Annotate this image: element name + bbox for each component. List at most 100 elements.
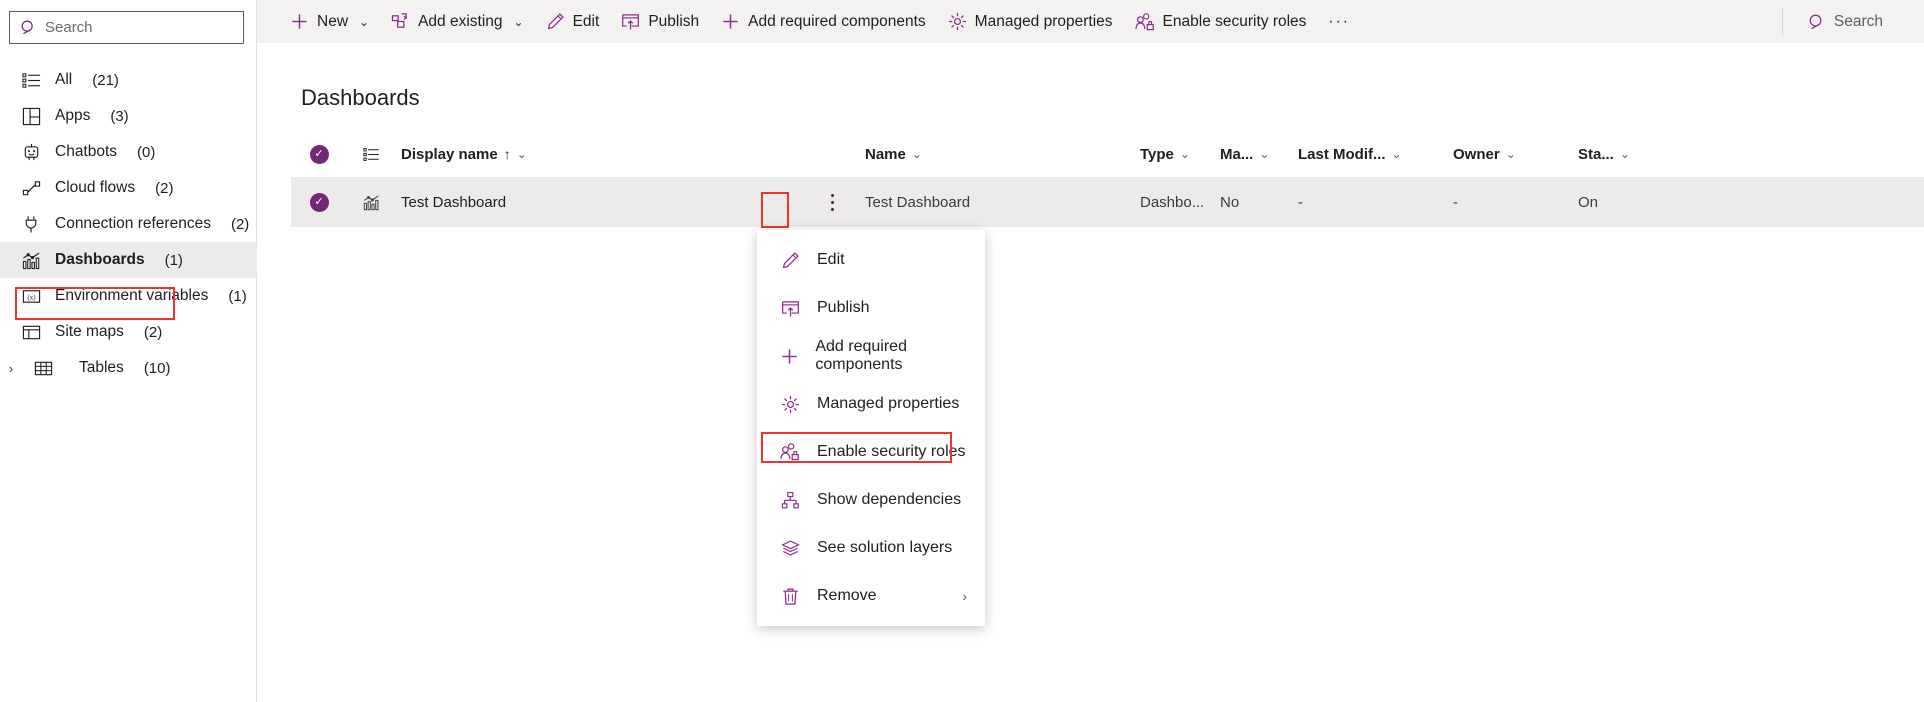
sidebar-item-all[interactable]: All (21) — [0, 62, 257, 98]
publish-button-label: Publish — [648, 12, 700, 30]
dashboards-grid: ✓ Display name ↑ ⌄ Name ⌄ Type ⌄ Ma... ⌄… — [291, 131, 1924, 227]
sort-ascending-icon: ↑ — [503, 146, 511, 162]
chevron-right-icon[interactable]: › — [0, 361, 22, 376]
environment-variable-icon: (x) — [22, 287, 41, 306]
sidebar-item-connection-references[interactable]: Connection references (2) — [0, 206, 257, 242]
enable-security-roles-button[interactable]: Enable security roles — [1124, 0, 1318, 43]
sidebar-item-tables[interactable]: › Tables (10) — [0, 350, 257, 386]
security-roles-icon — [779, 442, 801, 462]
chevron-down-icon[interactable]: ⌄ — [1506, 147, 1516, 161]
command-bar-search-placeholder: Search — [1833, 12, 1883, 30]
enable-security-roles-label: Enable security roles — [1162, 12, 1307, 30]
chevron-down-icon[interactable]: ⌄ — [517, 147, 527, 161]
add-required-components-button[interactable]: Add required components — [710, 0, 937, 43]
context-menu-item-add-required-components[interactable]: Add required components — [757, 332, 985, 380]
page-title: Dashboards — [301, 85, 420, 110]
select-all-checkbox[interactable]: ✓ — [291, 144, 347, 164]
context-menu-item-edit[interactable]: Edit — [757, 236, 985, 284]
column-header-label: Ma... — [1220, 145, 1254, 163]
type-column-header[interactable] — [347, 146, 395, 163]
chevron-down-icon[interactable]: ⌄ — [1620, 147, 1630, 161]
chevron-down-icon[interactable]: ⌄ — [359, 15, 369, 29]
sidebar-item-label: Cloud flows — [55, 179, 136, 196]
list-icon — [362, 146, 380, 163]
sidebar-item-cloud-flows[interactable]: Cloud flows (2) — [0, 170, 257, 206]
add-existing-button-label: Add existing — [418, 12, 503, 30]
sidebar-item-count: (2) — [230, 215, 250, 233]
sidebar-search-placeholder: Search — [45, 19, 93, 36]
table-row[interactable]: ✓ Test Dashboard Test Dashboard Dashbo..… — [291, 178, 1924, 227]
context-menu-item-enable-security-roles[interactable]: Enable security roles — [757, 428, 985, 476]
context-menu-item-label: Remove — [817, 587, 877, 604]
chevron-right-icon[interactable]: › — [962, 588, 967, 604]
context-menu-item-managed-properties[interactable]: Managed properties — [757, 380, 985, 428]
sidebar: Search All (21) Apps (3) Chatbots (0) Cl… — [0, 0, 257, 702]
app-root: Search All (21) Apps (3) Chatbots (0) Cl… — [0, 0, 1924, 702]
vertical-ellipsis-icon — [821, 187, 844, 218]
new-button[interactable]: New ⌄ — [279, 0, 380, 43]
sidebar-item-count: (2) — [155, 179, 174, 197]
overflow-icon: ··· — [1328, 12, 1350, 30]
sidebar-item-label: Tables — [79, 359, 124, 376]
gear-icon — [779, 395, 801, 414]
row-context-menu: Edit Publish Add required components Man… — [757, 230, 985, 626]
sidebar-item-apps[interactable]: Apps (3) — [0, 98, 257, 134]
sidebar-item-label: Site maps — [55, 323, 124, 340]
command-bar: New ⌄ Add existing ⌄ Edit Publish Add re… — [257, 0, 1924, 43]
context-menu-item-show-dependencies[interactable]: Show dependencies — [757, 476, 985, 524]
chevron-down-icon[interactable]: ⌄ — [514, 15, 524, 29]
dashboard-chart-icon — [363, 194, 380, 211]
overflow-menu-button[interactable]: ··· — [1317, 0, 1361, 43]
column-header-display-name[interactable]: Display name ↑ ⌄ — [395, 146, 800, 163]
plus-icon — [290, 12, 309, 31]
chevron-down-icon[interactable]: ⌄ — [912, 147, 922, 161]
edit-button[interactable]: Edit — [535, 0, 611, 43]
sidebar-item-environment-variables[interactable]: (x) Environment variables (1) — [0, 278, 257, 314]
cell-last-modified: - — [1298, 194, 1303, 211]
context-menu-item-publish[interactable]: Publish — [757, 284, 985, 332]
sidebar-item-label: Dashboards — [55, 251, 145, 268]
edit-button-label: Edit — [572, 12, 600, 30]
column-header-status[interactable]: Sta... ⌄ — [1578, 146, 1668, 163]
add-existing-icon — [391, 12, 410, 31]
row-more-actions-button[interactable] — [800, 187, 865, 218]
sidebar-nav-list: All (21) Apps (3) Chatbots (0) Cloud flo… — [0, 62, 257, 386]
cell-display-name[interactable]: Test Dashboard — [395, 194, 800, 211]
managed-properties-label: Managed properties — [974, 12, 1113, 30]
add-required-components-label: Add required components — [748, 12, 926, 30]
dashboard-chart-icon — [22, 251, 41, 270]
column-header-type[interactable]: Type ⌄ — [1140, 146, 1220, 163]
sidebar-item-label: Connection references — [55, 215, 211, 232]
sidebar-search-box[interactable]: Search — [9, 11, 244, 44]
column-header-owner[interactable]: Owner ⌄ — [1453, 146, 1578, 163]
column-header-last-modified[interactable]: Last Modif... ⌄ — [1298, 146, 1453, 163]
sidebar-item-label: Apps — [55, 107, 91, 124]
publish-button[interactable]: Publish — [610, 0, 710, 43]
context-menu-item-label: Edit — [817, 251, 845, 268]
sidebar-item-count: (2) — [143, 323, 163, 341]
chevron-down-icon[interactable]: ⌄ — [1180, 147, 1190, 161]
gear-icon — [948, 12, 967, 31]
command-bar-search[interactable]: Search — [1797, 0, 1894, 43]
cell-name: Test Dashboard — [865, 194, 971, 211]
table-icon — [34, 359, 53, 378]
sidebar-item-label: Environment variables — [55, 287, 209, 304]
add-existing-button[interactable]: Add existing ⌄ — [380, 0, 535, 43]
column-header-name[interactable]: Name ⌄ — [865, 146, 1140, 163]
sidebar-item-site-maps[interactable]: Site maps (2) — [0, 314, 257, 350]
row-checkbox[interactable]: ✓ — [291, 193, 347, 212]
plus-icon — [721, 12, 740, 31]
chevron-down-icon[interactable]: ⌄ — [1392, 147, 1402, 161]
pencil-icon — [779, 251, 801, 270]
sidebar-item-chatbots[interactable]: Chatbots (0) — [0, 134, 257, 170]
plus-icon — [779, 347, 799, 366]
sidebar-item-dashboards[interactable]: Dashboards (1) — [0, 242, 257, 278]
context-menu-item-label: Show dependencies — [817, 491, 962, 508]
main-content: Dashboards ✓ Display name ↑ ⌄ Name ⌄ Typ… — [257, 43, 1924, 702]
column-header-managed[interactable]: Ma... ⌄ — [1220, 146, 1298, 163]
layers-icon — [779, 539, 801, 558]
chevron-down-icon[interactable]: ⌄ — [1259, 147, 1269, 161]
managed-properties-button[interactable]: Managed properties — [937, 0, 1124, 43]
context-menu-item-see-solution-layers[interactable]: See solution layers — [757, 524, 985, 572]
context-menu-item-remove[interactable]: Remove › — [757, 572, 985, 620]
